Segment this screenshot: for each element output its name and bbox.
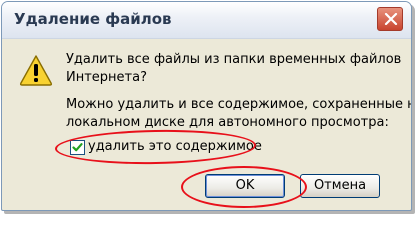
delete-content-label[interactable]: удалить это содержимое <box>88 139 262 154</box>
message-offline-content: Можно удалить и все содержимое, сохранен… <box>66 97 411 130</box>
warning-icon <box>19 54 53 90</box>
cancel-button[interactable]: Отмена <box>300 174 380 198</box>
close-button[interactable] <box>377 7 403 31</box>
checkmark-icon <box>72 143 83 152</box>
delete-content-checkbox[interactable] <box>70 140 85 155</box>
delete-files-dialog: Удаление файлов Удалить все файлы из пап… <box>1 1 412 211</box>
title-bar[interactable]: Удаление файлов <box>2 2 411 39</box>
message-question: Удалить все файлы из папки временных фай… <box>66 52 402 85</box>
ok-button[interactable]: OK <box>205 174 285 198</box>
dialog-title: Удаление файлов <box>14 10 172 28</box>
close-icon <box>384 13 398 25</box>
